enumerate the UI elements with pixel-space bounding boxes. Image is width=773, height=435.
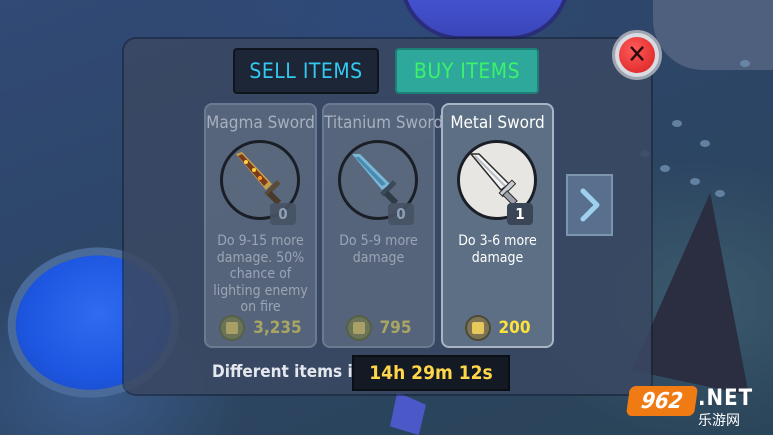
refresh-timer: 14h 29m 12s bbox=[352, 355, 510, 391]
price-value: 795 bbox=[379, 318, 412, 338]
item-count: 0 bbox=[388, 203, 414, 225]
item-name: Titanium Sword bbox=[324, 113, 444, 133]
crystal bbox=[390, 392, 426, 435]
chevron-right-icon bbox=[580, 188, 599, 222]
dark-spike bbox=[631, 184, 773, 396]
watermark-logo: 962 .NET 乐游网 bbox=[625, 383, 768, 431]
item-price: 795 bbox=[324, 315, 433, 341]
pebble bbox=[690, 178, 700, 185]
item-count: 1 bbox=[507, 203, 533, 225]
buy-items-tab[interactable]: BUY ITEMS bbox=[395, 48, 539, 94]
price-value: 200 bbox=[498, 318, 531, 338]
item-name: Magma Sword bbox=[206, 113, 315, 133]
refresh-timer-value: 14h 29m 12s bbox=[369, 362, 493, 384]
close-x-icon: ✕ bbox=[619, 37, 655, 73]
item-count: 0 bbox=[270, 203, 296, 225]
sell-items-label: SELL ITEMS bbox=[249, 59, 363, 83]
coin-icon bbox=[345, 315, 372, 341]
pebble bbox=[660, 165, 670, 172]
tower-roof bbox=[400, 0, 570, 40]
next-page-button[interactable] bbox=[566, 174, 613, 236]
buy-items-label: BUY ITEMS bbox=[413, 59, 521, 83]
item-description: Do 5-9 more damage bbox=[339, 233, 418, 266]
coin-icon bbox=[219, 315, 246, 341]
rock-wall bbox=[653, 0, 773, 70]
item-description: Do 3-6 more damage bbox=[458, 233, 537, 266]
item-card-metal-sword[interactable]: Metal Sword 1 Do 3-6 more damage 200 bbox=[441, 103, 554, 348]
price-value: 3,235 bbox=[253, 318, 302, 338]
item-price: 200 bbox=[443, 315, 552, 341]
refresh-timer-label: Different items in: bbox=[212, 362, 370, 382]
item-card-magma-sword[interactable]: Magma Sword 0 Do 9-15 more damage. 50% c… bbox=[204, 103, 317, 348]
pebble bbox=[672, 120, 682, 127]
item-name: Metal Sword bbox=[450, 113, 545, 133]
pebble bbox=[740, 60, 750, 67]
item-price: 3,235 bbox=[206, 315, 315, 341]
item-card-titanium-sword[interactable]: Titanium Sword 0 Do 5-9 more damage 795 bbox=[322, 103, 444, 348]
sell-items-tab[interactable]: SELL ITEMS bbox=[233, 48, 379, 94]
watermark-suffix: .NET bbox=[698, 386, 754, 411]
coin-icon bbox=[464, 315, 491, 341]
close-button[interactable]: ✕ bbox=[612, 30, 662, 80]
pebble bbox=[700, 140, 710, 147]
item-description: Do 9-15 more damage. 50% chance of light… bbox=[213, 233, 308, 315]
watermark-badge: 962 bbox=[625, 386, 699, 416]
watermark-subtitle: 乐游网 bbox=[698, 413, 740, 429]
